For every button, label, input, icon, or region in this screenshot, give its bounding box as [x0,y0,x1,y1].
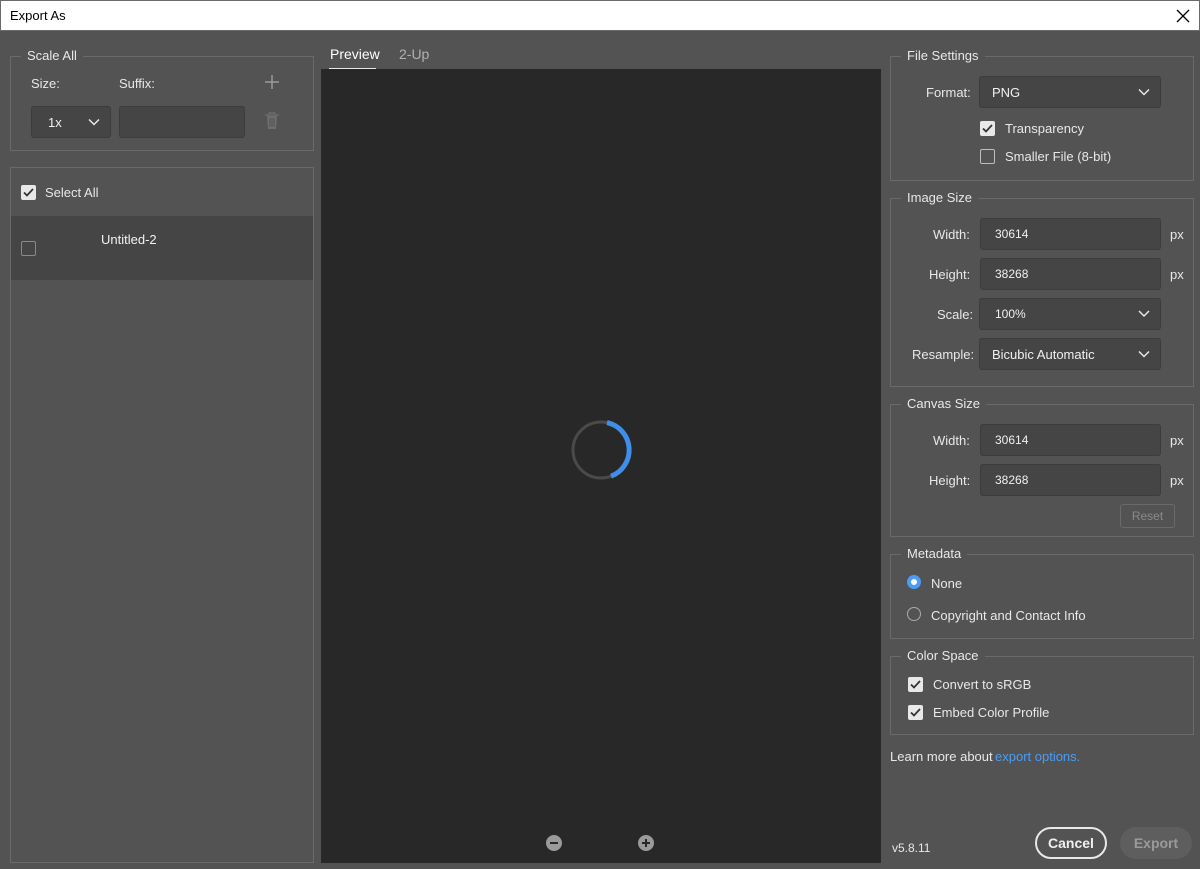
learn-more-text: Learn more about [890,749,997,764]
reset-button[interactable]: Reset [1120,504,1175,528]
cancel-button[interactable]: Cancel [1035,827,1107,859]
metadata-copyright-radio[interactable] [907,607,921,621]
scale-all-title: Scale All [21,48,83,63]
list-item[interactable]: Untitled-2 [11,216,313,280]
smaller-file-checkbox[interactable] [980,149,995,164]
metadata-group: Metadata [890,546,1194,639]
metadata-title: Metadata [901,546,968,561]
window-title: Export As [10,8,66,23]
export-button[interactable]: Export [1120,827,1192,859]
zoom-out-icon[interactable] [546,835,562,851]
canvas-height-label: Height: [929,473,971,488]
resample-value: Bicubic Automatic [992,346,1095,362]
transparency-label: Transparency [1005,121,1084,136]
scale-value: 100% [995,307,1026,321]
preview-canvas [321,69,881,863]
trash-icon[interactable] [264,112,280,130]
title-bar: Export As [0,0,1200,31]
canvas-size-title: Canvas Size [901,396,986,411]
file-settings-title: File Settings [901,48,985,63]
select-all-label: Select All [45,185,99,200]
version-label: v5.8.11 [892,841,931,855]
chevron-down-icon [1138,85,1150,100]
color-space-title: Color Space [901,648,985,663]
canvas-height-unit: px [1170,473,1184,488]
size-dropdown[interactable]: 1x [31,106,111,138]
chevron-down-icon [88,115,100,130]
zoom-in-icon[interactable] [638,835,654,851]
list-item-checkbox[interactable] [21,241,36,256]
embed-profile-label: Embed Color Profile [933,705,1050,720]
embed-profile-checkbox[interactable] [908,705,923,720]
image-height-label: Height: [929,267,971,282]
format-value: PNG [992,84,1021,100]
suffix-label: Suffix: [119,76,155,91]
image-size-title: Image Size [901,190,979,205]
image-width-label: Width: [933,227,970,242]
metadata-copyright-label: Copyright and Contact Info [931,608,1086,623]
select-all-row[interactable]: Select All [11,168,313,216]
canvas-height-input[interactable]: 38268 [980,464,1161,496]
chevron-down-icon [1138,347,1150,362]
canvas-width-input[interactable]: 30614 [980,424,1161,456]
metadata-none-label: None [931,576,963,591]
tab-2-up[interactable]: 2-Up [399,46,429,62]
color-space-group: Color Space [890,648,1194,735]
tab-preview[interactable]: Preview [330,46,380,62]
convert-srgb-checkbox[interactable] [908,677,923,692]
convert-srgb-label: Convert to sRGB [933,677,1032,692]
canvas-width-label: Width: [933,433,970,448]
image-width-unit: px [1170,227,1184,242]
image-height-input[interactable]: 38268 [980,258,1161,290]
scale-dropdown[interactable]: 100% [979,298,1161,330]
select-all-checkbox[interactable] [21,185,36,200]
format-label: Format: [926,85,971,100]
add-scale-icon[interactable] [264,74,280,90]
asset-list: Select All Untitled-2 [10,167,314,863]
image-width-input[interactable]: 30614 [980,218,1161,250]
scale-label: Scale: [937,307,974,322]
metadata-none-radio[interactable] [907,575,921,589]
chevron-down-icon [1138,307,1150,321]
canvas-width-unit: px [1170,433,1184,448]
transparency-checkbox[interactable] [980,121,995,136]
close-icon[interactable] [1171,4,1195,28]
export-options-link[interactable]: export options. [995,749,1080,764]
size-dropdown-value: 1x [48,114,62,130]
resample-dropdown[interactable]: Bicubic Automatic [979,338,1161,370]
list-item-label: Untitled-2 [101,232,157,247]
size-label: Size: [31,76,60,91]
resample-label: Resample: [912,347,975,362]
smaller-file-label: Smaller File (8-bit) [1005,149,1112,164]
image-height-unit: px [1170,267,1184,282]
loading-spinner-icon [569,418,633,482]
suffix-input[interactable] [119,106,245,138]
format-dropdown[interactable]: PNG [979,76,1161,108]
